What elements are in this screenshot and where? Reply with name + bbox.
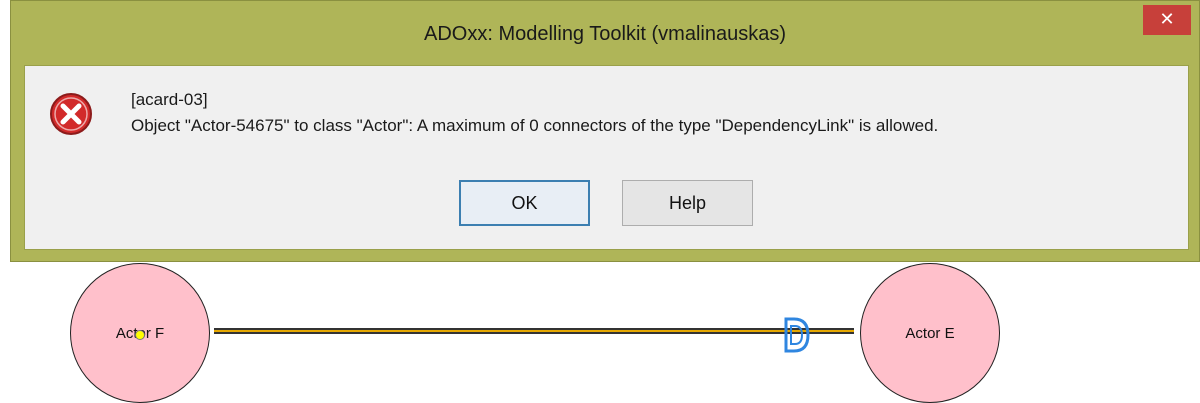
dialog-title: ADOxx: Modelling Toolkit (vmalinauskas) bbox=[424, 23, 786, 45]
close-button[interactable]: ✕ bbox=[1143, 5, 1191, 35]
message-text: Object "Actor-54675" to class "Actor": A… bbox=[131, 116, 939, 135]
dependency-link-connector[interactable] bbox=[214, 328, 854, 334]
error-icon bbox=[50, 93, 92, 135]
dialog-body: [acard-03] Object "Actor-54675" to class… bbox=[24, 65, 1189, 250]
ok-button-label: OK bbox=[511, 192, 538, 213]
actor-e-node[interactable]: Actor E bbox=[860, 263, 1000, 403]
connector-handle[interactable] bbox=[135, 330, 145, 340]
help-button[interactable]: Help bbox=[622, 180, 753, 226]
message-code: [acard-03] bbox=[131, 90, 208, 109]
close-icon: ✕ bbox=[1159, 9, 1175, 30]
error-dialog: ADOxx: Modelling Toolkit (vmalinauskas) … bbox=[10, 0, 1200, 262]
help-button-label: Help bbox=[668, 192, 707, 213]
ok-button[interactable]: OK bbox=[459, 180, 590, 226]
dependency-marker-icon bbox=[784, 317, 810, 353]
actor-e-label: Actor E bbox=[905, 324, 955, 342]
